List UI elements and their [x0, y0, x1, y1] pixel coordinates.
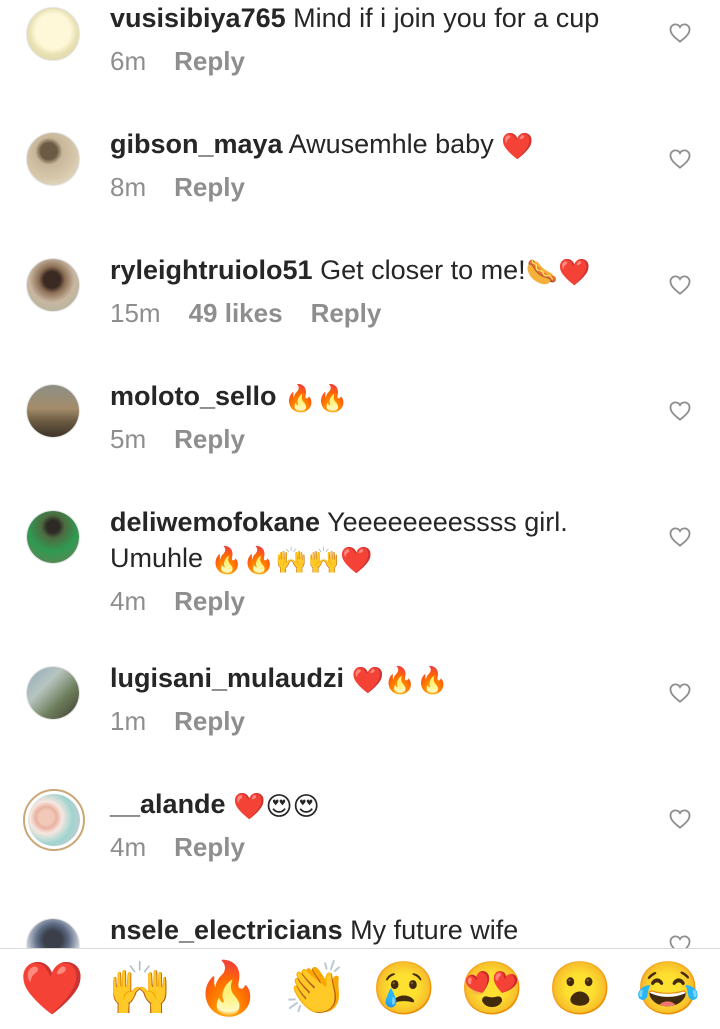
comment-time: 4m — [110, 586, 147, 616]
emoji: ❤️😍😍 — [233, 791, 320, 821]
emoji: ❤️ — [501, 131, 534, 161]
quick-reactions-bar: ❤️ 🙌 🔥 👏 😢 😍 😮 😂 — [0, 949, 720, 1029]
avatar[interactable] — [26, 132, 80, 186]
heart-outline-icon[interactable] — [669, 275, 691, 295]
heart-outline-icon[interactable] — [669, 149, 691, 169]
reply-button[interactable]: Reply — [174, 46, 245, 76]
avatar[interactable] — [26, 510, 80, 564]
raising-hands-reaction-button[interactable]: 🙌 — [107, 956, 173, 1022]
comment-time: 1m — [110, 706, 147, 736]
heart-outline-icon[interactable] — [669, 809, 691, 829]
avatar[interactable] — [26, 7, 80, 61]
comment-text: My future wife — [350, 915, 519, 945]
emoji: 🔥🔥 — [284, 383, 349, 413]
comment-text: Mind if i join you for a cup — [293, 3, 600, 33]
fire-reaction-button[interactable]: 🔥 — [195, 956, 261, 1022]
comment-time: 15m — [110, 298, 161, 328]
comment-time: 8m — [110, 172, 147, 202]
emoji: 🔥🔥🙌🙌❤️ — [210, 545, 373, 575]
comment-username[interactable]: __alande — [110, 789, 226, 819]
comment-time: 4m — [110, 832, 147, 862]
comment-username[interactable]: lugisani_mulaudzi — [110, 663, 344, 693]
avatar[interactable] — [26, 384, 80, 438]
avatar[interactable] — [26, 918, 80, 948]
tears-of-joy-reaction-button[interactable]: 😂 — [635, 956, 701, 1022]
heart-outline-icon[interactable] — [669, 935, 691, 948]
reply-button[interactable]: Reply — [174, 832, 245, 862]
comments-list: vusisibiya765 Mind if i join you for a c… — [0, 0, 720, 948]
heart-outline-icon[interactable] — [669, 527, 691, 547]
comment-text: Awusemhle baby — [288, 129, 494, 159]
heart-eyes-reaction-button[interactable]: 😍 — [459, 956, 525, 1022]
surprised-face-reaction-button[interactable]: 😮 — [547, 956, 613, 1022]
comment-time: 6m — [110, 46, 147, 76]
red-heart-reaction-button[interactable]: ❤️ — [19, 956, 85, 1022]
avatar[interactable] — [26, 666, 80, 720]
avatar[interactable] — [23, 789, 85, 851]
comment-username[interactable]: nsele_electricians — [110, 915, 343, 945]
heart-outline-icon[interactable] — [669, 401, 691, 421]
comment-time: 5m — [110, 424, 147, 454]
reply-button[interactable]: Reply — [174, 424, 245, 454]
heart-outline-icon[interactable] — [669, 683, 691, 703]
comment-username[interactable]: ryleightruiolo51 — [110, 255, 313, 285]
reply-button[interactable]: Reply — [174, 586, 245, 616]
crying-face-reaction-button[interactable]: 😢 — [371, 956, 437, 1022]
comment-username[interactable]: gibson_maya — [110, 129, 283, 159]
clapping-hands-reaction-button[interactable]: 👏 — [283, 956, 349, 1022]
comment-text: Get closer to me! — [320, 255, 526, 285]
avatar[interactable] — [26, 258, 80, 312]
reply-button[interactable]: Reply — [174, 172, 245, 202]
comment-username[interactable]: deliwemofokane — [110, 507, 320, 537]
emoji: ❤️🔥🔥 — [351, 665, 449, 695]
reply-button[interactable]: Reply — [174, 706, 245, 736]
like-count[interactable]: 49 likes — [189, 298, 283, 328]
heart-outline-icon[interactable] — [669, 23, 691, 43]
reply-button[interactable]: Reply — [311, 298, 382, 328]
comment-username[interactable]: moloto_sello — [110, 381, 277, 411]
emoji: 🌭❤️ — [525, 257, 591, 287]
comment-username[interactable]: vusisibiya765 — [110, 3, 286, 33]
